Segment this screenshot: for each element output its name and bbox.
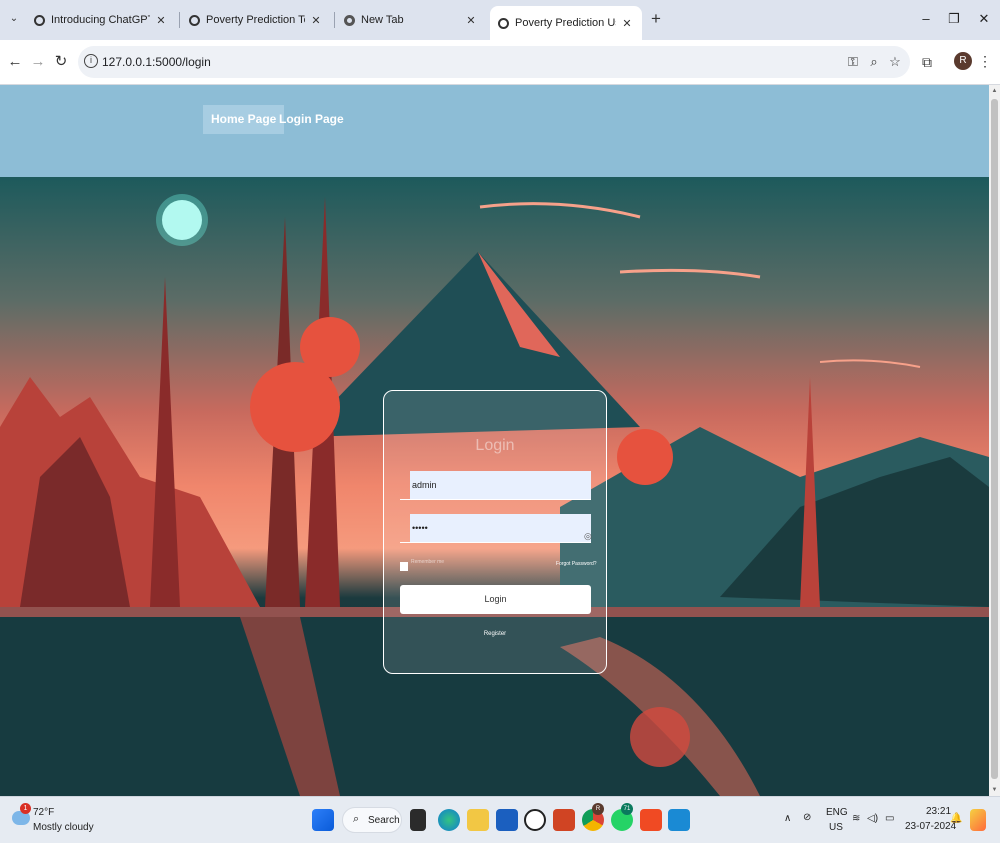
scroll-down-arrow[interactable]: ▼ xyxy=(991,787,998,793)
page-viewport: Home Page Login Page Login admin ••••• ◎… xyxy=(0,85,989,796)
login-button[interactable]: Login xyxy=(400,585,591,614)
chrome-profile-badge: R xyxy=(592,803,604,815)
chrome-icon xyxy=(344,14,355,26)
password-input[interactable]: ••••• xyxy=(410,514,591,543)
tree-foliage xyxy=(300,317,360,377)
cloud-streak xyxy=(479,202,641,219)
tab-title: Introducing ChatGPT | OpenAI xyxy=(51,14,150,26)
clock-date[interactable]: 23-07-2024 xyxy=(905,821,956,832)
task-view-icon[interactable] xyxy=(410,809,426,831)
minimize-button[interactable]: – xyxy=(918,10,934,28)
page-scrollbar[interactable]: ▲ ▼ xyxy=(989,85,1000,796)
windows-taskbar: 1 72°F Mostly cloudy ⌕ Search R 71 ∧ ⊘ E… xyxy=(0,796,1000,843)
whatsapp-badge: 71 xyxy=(621,803,633,815)
file-explorer-icon[interactable] xyxy=(467,809,489,831)
site-header: Home Page Login Page xyxy=(0,85,989,177)
moon-glow xyxy=(156,194,208,246)
close-icon[interactable]: ✕ xyxy=(309,14,323,27)
browser-toolbar: ← → ↻ i 127.0.0.1:5000/login ⚿ ⌕ ☆ ⧉ R ⋮ xyxy=(0,40,1000,85)
weather-badge: 1 xyxy=(20,803,31,814)
show-password-icon[interactable]: ◎ xyxy=(584,531,592,542)
powerpoint-icon[interactable] xyxy=(553,809,575,831)
password-underline xyxy=(400,542,591,543)
openai-icon xyxy=(189,14,200,26)
back-icon[interactable]: ← xyxy=(6,53,24,71)
weather-temperature[interactable]: 72°F xyxy=(33,807,54,818)
remember-me-label: Remember me xyxy=(411,559,445,565)
cloud-streak xyxy=(819,359,921,368)
search-icon: ⌕ xyxy=(353,813,360,825)
star-icon[interactable]: ☆ xyxy=(886,53,904,71)
reload-icon[interactable]: ↻ xyxy=(52,53,70,71)
site-info-icon[interactable]: i xyxy=(84,54,98,68)
tab-divider xyxy=(334,12,335,28)
close-icon[interactable]: ✕ xyxy=(464,14,478,27)
taskbar-search[interactable]: ⌕ Search xyxy=(342,807,402,833)
globe-icon xyxy=(498,17,509,29)
openai-icon xyxy=(34,14,45,26)
notification-bell-icon[interactable]: 🔔 xyxy=(950,813,962,824)
register-link[interactable]: Register xyxy=(384,631,606,637)
login-title: Login xyxy=(475,437,515,454)
search-label: Search xyxy=(368,815,400,826)
zoom-icon[interactable]: ⌕ xyxy=(865,53,883,71)
store-icon[interactable] xyxy=(496,809,518,831)
restore-button[interactable]: ❐ xyxy=(946,10,962,28)
nav-login-page[interactable]: Login Page xyxy=(271,105,352,134)
dell-icon[interactable] xyxy=(524,809,546,831)
tab-new-tab[interactable]: New Tab ✕ xyxy=(336,6,486,34)
scroll-up-arrow[interactable]: ▲ xyxy=(991,88,998,94)
reflection-foliage xyxy=(630,707,690,767)
battery-icon[interactable]: ▭ xyxy=(885,813,894,824)
pine-tree xyxy=(150,277,180,607)
close-icon[interactable]: ✕ xyxy=(620,17,634,30)
extensions-icon[interactable]: ⧉ xyxy=(918,53,936,71)
menu-icon[interactable]: ⋮ xyxy=(978,52,992,70)
language-bottom[interactable]: US xyxy=(829,822,843,833)
wifi-icon[interactable]: ≋ xyxy=(852,813,860,824)
forgot-password-link[interactable]: Forgot Password? xyxy=(556,561,597,567)
brave-icon[interactable] xyxy=(640,809,662,831)
tab-title: Poverty Prediction Using Machi xyxy=(515,17,616,29)
language-top[interactable]: ENG xyxy=(826,807,848,818)
close-window-button[interactable]: ✕ xyxy=(976,10,992,28)
address-bar[interactable]: i 127.0.0.1:5000/login ⚿ ⌕ ☆ xyxy=(78,46,910,78)
cloud-streak xyxy=(619,268,761,279)
tab-search-icon[interactable]: ⌄ xyxy=(5,10,23,28)
clock-time[interactable]: 23:21 xyxy=(926,806,951,817)
tab-poverty-prediction[interactable]: Poverty Prediction Using Machi ✕ xyxy=(490,6,642,40)
vscode-icon[interactable] xyxy=(668,809,690,831)
remember-me-checkbox[interactable] xyxy=(400,562,408,571)
close-icon[interactable]: ✕ xyxy=(154,14,168,27)
tab-title: Poverty Prediction Techniques xyxy=(206,14,305,26)
profile-avatar[interactable]: R xyxy=(954,52,972,70)
tab-poverty-techniques[interactable]: Poverty Prediction Techniques ✕ xyxy=(181,6,331,34)
forward-icon[interactable]: → xyxy=(29,53,47,71)
volume-icon[interactable]: ◁) xyxy=(867,813,878,824)
chevron-up-icon[interactable]: ∧ xyxy=(784,813,791,824)
weather-description[interactable]: Mostly cloudy xyxy=(33,822,94,833)
tab-chatgpt[interactable]: Introducing ChatGPT | OpenAI ✕ xyxy=(26,6,176,34)
network-off-icon[interactable]: ⊘ xyxy=(803,812,811,823)
scroll-thumb[interactable] xyxy=(991,99,998,779)
tree-foliage xyxy=(617,429,673,485)
copilot-icon[interactable] xyxy=(970,809,986,831)
browser-tab-bar: ⌄ Introducing ChatGPT | OpenAI ✕ Poverty… xyxy=(0,0,1000,40)
login-card: Login admin ••••• ◎ Remember me Forgot P… xyxy=(383,390,607,674)
tab-divider xyxy=(179,12,180,28)
url-text[interactable]: 127.0.0.1:5000/login xyxy=(102,55,211,69)
windows-start-icon[interactable] xyxy=(312,809,334,831)
background-landscape: Login admin ••••• ◎ Remember me Forgot P… xyxy=(0,177,989,796)
username-input[interactable]: admin xyxy=(410,471,591,500)
username-underline xyxy=(400,499,591,500)
key-icon[interactable]: ⚿ xyxy=(844,53,862,71)
edge-icon[interactable] xyxy=(438,809,460,831)
new-tab-button[interactable]: + xyxy=(648,10,664,28)
tab-title: New Tab xyxy=(361,14,404,26)
